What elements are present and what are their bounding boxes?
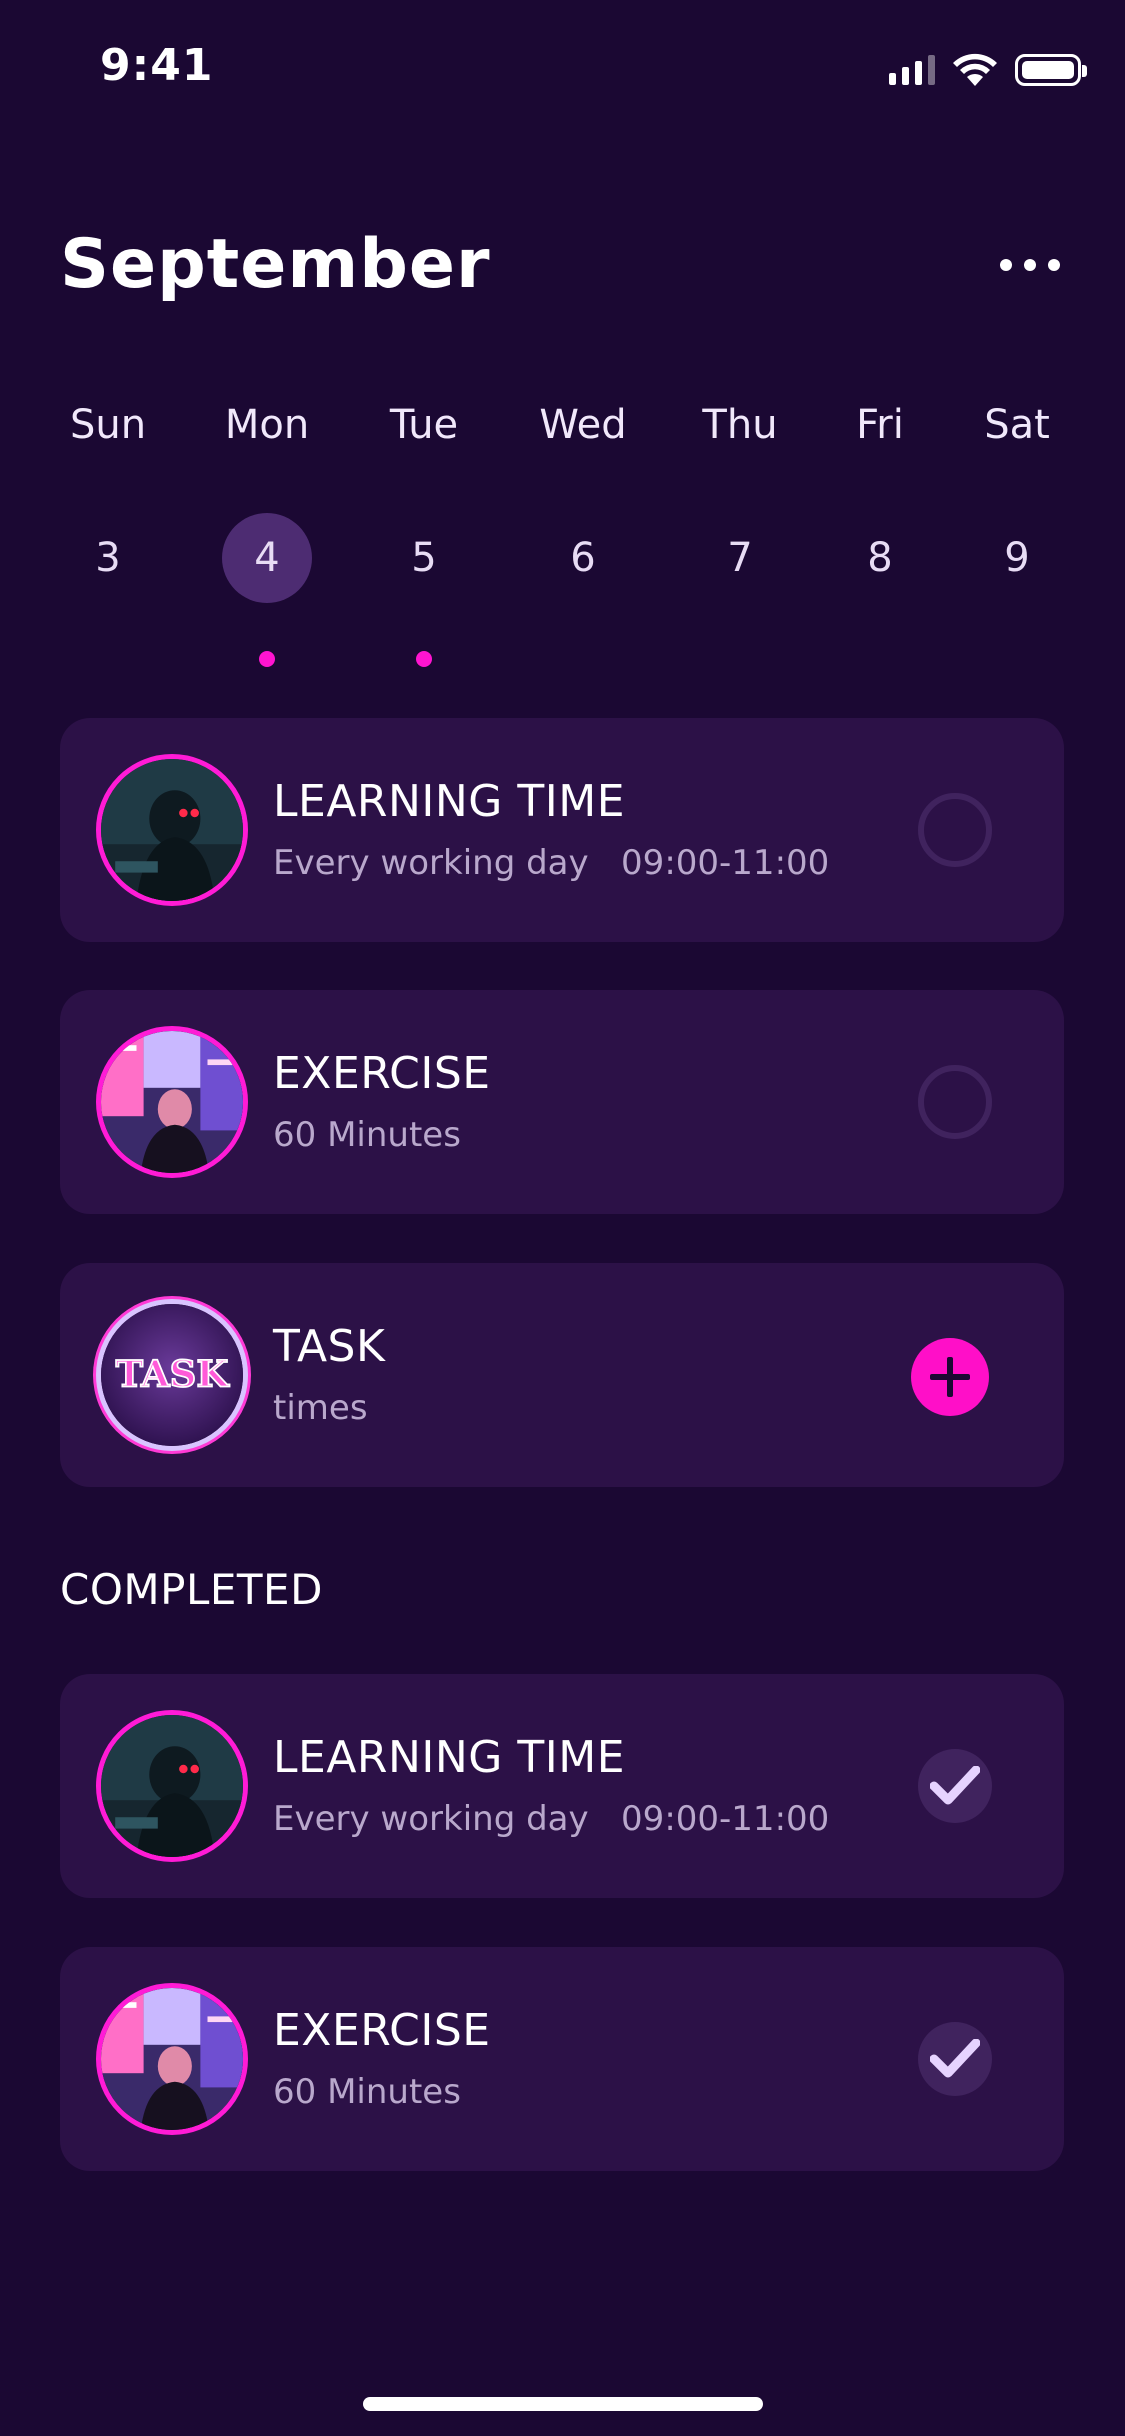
task-title: LEARNING TIME	[273, 1732, 625, 1783]
day-number: 7	[727, 535, 753, 581]
day-name: Fri	[856, 402, 904, 448]
check-icon	[930, 2039, 980, 2078]
task-title: EXERCISE	[273, 1048, 491, 1099]
task-title: TASK	[273, 1321, 386, 1372]
day-number: 9	[1004, 535, 1030, 581]
event-dot	[259, 651, 275, 667]
day-name: Wed	[539, 402, 627, 448]
day-number: 8	[867, 535, 893, 581]
task-subtitle: 60 Minutes	[273, 2072, 461, 2112]
complete-checkbox[interactable]	[918, 1065, 992, 1139]
day-name: Sun	[69, 402, 147, 448]
learning-avatar-image	[96, 1710, 248, 1862]
plus-icon	[930, 1357, 970, 1397]
day-fri[interactable]: Fri 8	[820, 395, 940, 608]
status-time: 9:41	[100, 40, 214, 91]
completed-section-label: COMPLETED	[60, 1565, 323, 1614]
day-number: 3	[95, 535, 121, 581]
task-title: LEARNING TIME	[273, 776, 625, 827]
day-number: 5	[411, 535, 437, 581]
add-button[interactable]	[911, 1338, 989, 1416]
day-tue[interactable]: Tue 5	[364, 395, 484, 667]
day-number: 4	[254, 535, 280, 581]
event-dot	[416, 651, 432, 667]
task-subtitle: Every working day 09:00-11:00	[273, 843, 830, 883]
task-subtitle: 60 Minutes	[273, 1115, 461, 1155]
wifi-icon	[953, 53, 997, 86]
day-mon[interactable]: Mon 4	[207, 395, 327, 667]
day-name: Mon	[224, 402, 310, 448]
day-number: 6	[570, 535, 596, 581]
learning-avatar-image	[96, 754, 248, 906]
day-wed[interactable]: Wed 6	[523, 395, 643, 608]
completed-checkmark[interactable]	[918, 2022, 992, 2096]
complete-checkbox[interactable]	[918, 793, 992, 867]
check-icon	[930, 1766, 980, 1805]
completed-card-exercise[interactable]: EXERCISE 60 Minutes	[60, 1947, 1064, 2171]
task-avatar-image: TASK	[96, 1299, 248, 1451]
day-thu[interactable]: Thu 7	[680, 395, 800, 608]
exercise-avatar-image	[96, 1026, 248, 1178]
task-subtitle: times	[273, 1388, 368, 1428]
day-sun[interactable]: Sun 3	[48, 395, 168, 608]
status-icons	[889, 50, 1087, 90]
task-title: EXERCISE	[273, 2005, 491, 2056]
completed-card-learning[interactable]: LEARNING TIME Every working day 09:00-11…	[60, 1674, 1064, 1898]
month-title: September	[60, 225, 491, 304]
task-card-task[interactable]: TASK TASK times	[60, 1263, 1064, 1487]
day-name: Thu	[702, 402, 778, 448]
task-card-learning[interactable]: LEARNING TIME Every working day 09:00-11…	[60, 718, 1064, 942]
signal-icon	[889, 55, 935, 85]
day-name: Sat	[984, 402, 1050, 448]
completed-checkmark[interactable]	[918, 1749, 992, 1823]
task-card-exercise[interactable]: EXERCISE 60 Minutes	[60, 990, 1064, 1214]
day-name: Tue	[389, 402, 459, 448]
task-logo-text: TASK	[116, 1351, 231, 1395]
task-subtitle: Every working day 09:00-11:00	[273, 1799, 830, 1839]
home-indicator[interactable]	[363, 2397, 763, 2411]
day-sat[interactable]: Sat 9	[957, 395, 1077, 608]
exercise-avatar-image	[96, 1983, 248, 2135]
more-icon[interactable]	[1000, 245, 1060, 285]
battery-icon	[1015, 54, 1087, 86]
